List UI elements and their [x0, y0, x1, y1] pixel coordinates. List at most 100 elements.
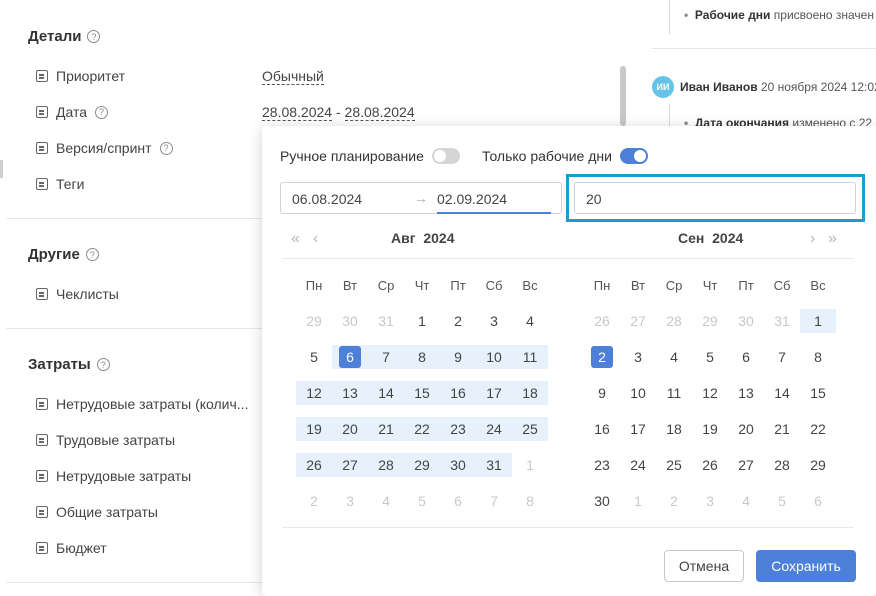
- calendar-day[interactable]: 18: [656, 417, 692, 441]
- calendar-day[interactable]: 27: [332, 453, 368, 477]
- duration-days-input[interactable]: 20: [574, 182, 856, 214]
- calendar-day[interactable]: 9: [440, 345, 476, 369]
- calendar-day[interactable]: 29: [404, 453, 440, 477]
- help-icon[interactable]: ?: [159, 141, 173, 155]
- calendar-day[interactable]: 14: [764, 381, 800, 405]
- workdays-toggle[interactable]: [619, 148, 648, 164]
- calendar-day[interactable]: 6: [440, 489, 476, 513]
- calendar-day[interactable]: 24: [476, 417, 512, 441]
- calendar-day[interactable]: 26: [584, 309, 620, 333]
- calendar-day[interactable]: 15: [800, 381, 836, 405]
- calendar-day[interactable]: 21: [764, 417, 800, 441]
- calendar-day[interactable]: 4: [728, 489, 764, 513]
- calendar-day[interactable]: 4: [368, 489, 404, 513]
- prev-year-icon[interactable]: «: [291, 230, 300, 248]
- calendar-day[interactable]: 23: [440, 417, 476, 441]
- help-icon[interactable]: ?: [95, 105, 109, 119]
- calendar-day[interactable]: 8: [512, 489, 548, 513]
- calendar-day[interactable]: 25: [512, 417, 548, 441]
- calendar-day[interactable]: 1: [404, 309, 440, 333]
- help-icon[interactable]: ?: [87, 30, 101, 43]
- calendar-day[interactable]: 11: [656, 381, 692, 405]
- calendar-day[interactable]: 7: [764, 345, 800, 369]
- priority-value[interactable]: Обычный: [262, 68, 324, 85]
- save-button[interactable]: Сохранить: [756, 550, 856, 582]
- calendar-day[interactable]: 12: [296, 381, 332, 405]
- calendar-day[interactable]: 12: [692, 381, 728, 405]
- calendar-day[interactable]: 28: [368, 453, 404, 477]
- calendar-day[interactable]: 28: [764, 453, 800, 477]
- calendar-day[interactable]: 4: [656, 345, 692, 369]
- help-icon[interactable]: ?: [96, 358, 110, 371]
- calendar-day[interactable]: 15: [404, 381, 440, 405]
- calendar-day[interactable]: 30: [440, 453, 476, 477]
- calendar-day[interactable]: 22: [800, 417, 836, 441]
- calendar-day[interactable]: 2: [440, 309, 476, 333]
- calendar-day[interactable]: 2: [584, 345, 620, 369]
- calendar-day[interactable]: 31: [476, 453, 512, 477]
- calendar-day[interactable]: 19: [296, 417, 332, 441]
- calendar-day[interactable]: 5: [692, 345, 728, 369]
- calendar-day[interactable]: 31: [764, 309, 800, 333]
- calendar-day[interactable]: 3: [332, 489, 368, 513]
- calendar-day[interactable]: 5: [404, 489, 440, 513]
- calendar-day[interactable]: 8: [800, 345, 836, 369]
- calendar-day[interactable]: 20: [728, 417, 764, 441]
- calendar-day[interactable]: 1: [512, 453, 548, 477]
- end-date-input[interactable]: 02.09.2024: [437, 191, 507, 207]
- calendar-day[interactable]: 27: [728, 453, 764, 477]
- calendar-day[interactable]: 20: [332, 417, 368, 441]
- calendar-day[interactable]: 7: [368, 345, 404, 369]
- calendar-day[interactable]: 22: [404, 417, 440, 441]
- calendar-day[interactable]: 6: [800, 489, 836, 513]
- calendar-day[interactable]: 14: [368, 381, 404, 405]
- calendar-day[interactable]: 16: [440, 381, 476, 405]
- start-date-input[interactable]: 06.08.2024: [292, 191, 362, 207]
- calendar-day[interactable]: 23: [584, 453, 620, 477]
- calendar-day[interactable]: 11: [512, 345, 548, 369]
- calendar-day[interactable]: 29: [800, 453, 836, 477]
- calendar-day[interactable]: 18: [512, 381, 548, 405]
- calendar-day[interactable]: 9: [584, 381, 620, 405]
- calendar-day[interactable]: 29: [692, 309, 728, 333]
- calendar-day[interactable]: 13: [332, 381, 368, 405]
- calendar-day[interactable]: 3: [692, 489, 728, 513]
- calendar-day[interactable]: 17: [620, 417, 656, 441]
- calendar-day[interactable]: 30: [584, 489, 620, 513]
- calendar-day[interactable]: 6: [332, 345, 368, 369]
- calendar-day[interactable]: 1: [620, 489, 656, 513]
- calendar-day[interactable]: 31: [368, 309, 404, 333]
- calendar-day[interactable]: 8: [404, 345, 440, 369]
- calendar-day[interactable]: 5: [764, 489, 800, 513]
- calendar-day[interactable]: 26: [296, 453, 332, 477]
- calendar-day[interactable]: 27: [620, 309, 656, 333]
- manual-planning-toggle[interactable]: [431, 148, 460, 164]
- calendar-day[interactable]: 25: [656, 453, 692, 477]
- calendar-day[interactable]: 19: [692, 417, 728, 441]
- calendar-day[interactable]: 2: [296, 489, 332, 513]
- calendar-day[interactable]: 30: [332, 309, 368, 333]
- calendar-day[interactable]: 4: [512, 309, 548, 333]
- calendar-day[interactable]: 3: [620, 345, 656, 369]
- calendar-day[interactable]: 17: [476, 381, 512, 405]
- next-month-icon[interactable]: ›: [810, 230, 815, 248]
- prev-month-icon[interactable]: ‹: [313, 230, 318, 248]
- cancel-button[interactable]: Отмена: [664, 550, 744, 582]
- calendar-day[interactable]: 6: [728, 345, 764, 369]
- date-value[interactable]: 28.08.2024 - 28.08.2024: [262, 104, 415, 121]
- calendar-day[interactable]: 2: [656, 489, 692, 513]
- calendar-day[interactable]: 16: [584, 417, 620, 441]
- calendar-day[interactable]: 21: [368, 417, 404, 441]
- calendar-day[interactable]: 1: [800, 309, 836, 333]
- next-year-icon[interactable]: »: [828, 230, 837, 248]
- calendar-day[interactable]: 5: [296, 345, 332, 369]
- calendar-day[interactable]: 10: [476, 345, 512, 369]
- calendar-day[interactable]: 13: [728, 381, 764, 405]
- calendar-day[interactable]: 3: [476, 309, 512, 333]
- calendar-day[interactable]: 7: [476, 489, 512, 513]
- calendar-day[interactable]: 30: [728, 309, 764, 333]
- calendar-day[interactable]: 10: [620, 381, 656, 405]
- calendar-day[interactable]: 24: [620, 453, 656, 477]
- help-icon[interactable]: ?: [85, 248, 99, 261]
- calendar-day[interactable]: 28: [656, 309, 692, 333]
